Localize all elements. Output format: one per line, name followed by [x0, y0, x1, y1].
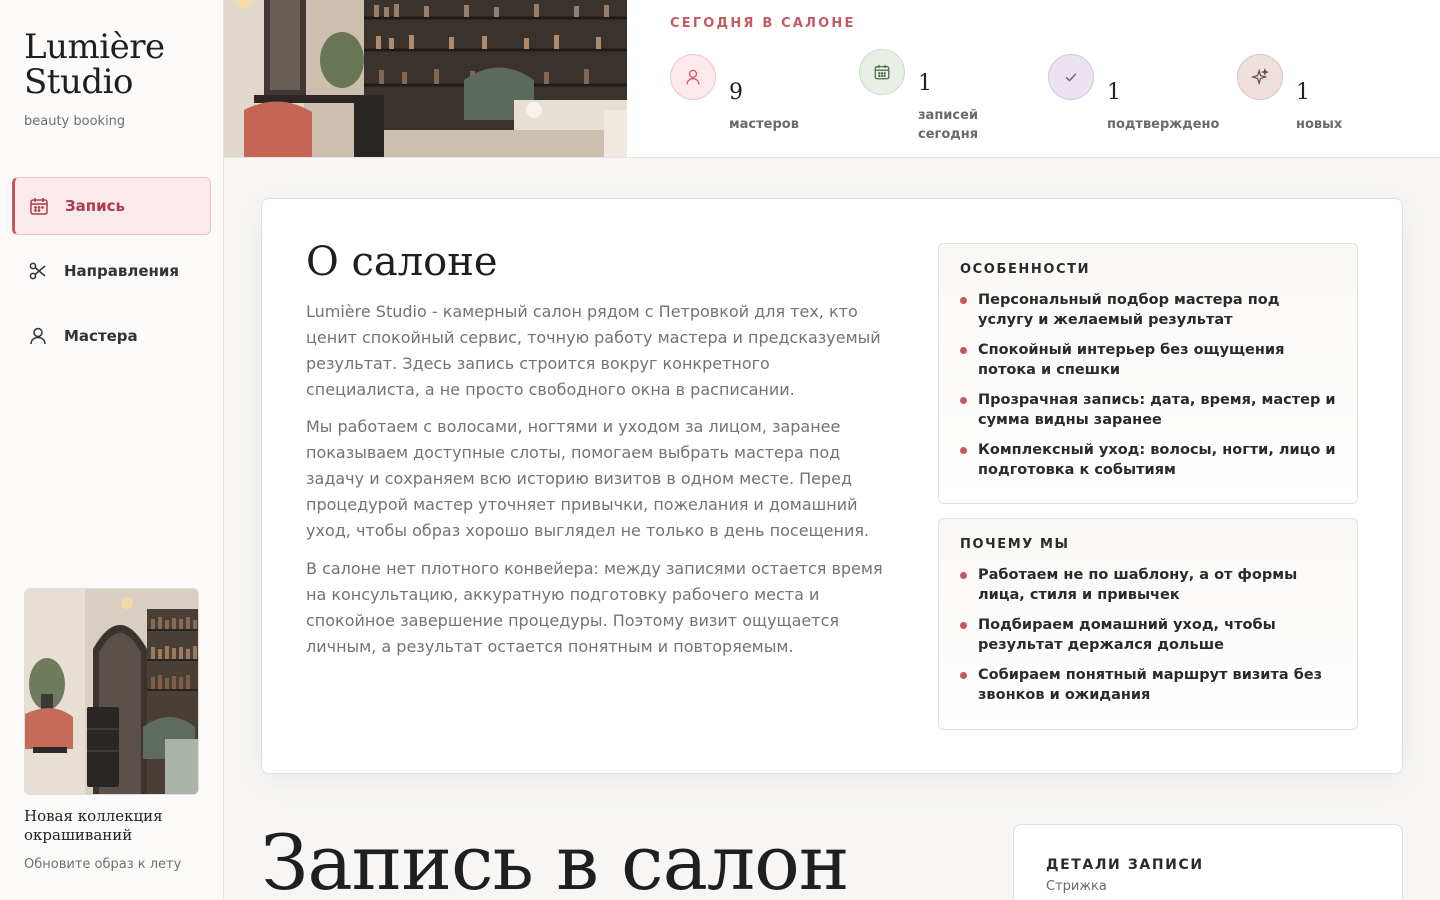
sidebar-item-label: Запись — [65, 197, 126, 215]
list-item: Собираем понятный маршрут визита без зво… — [960, 665, 1337, 705]
banner-image — [224, 0, 627, 157]
list-item: Подбираем домашний уход, чтобы результат… — [960, 615, 1337, 655]
booking-title: Запись в салон — [261, 818, 850, 900]
list-item: Персональный подбор мастера под услугу и… — [960, 290, 1337, 330]
list-item: Прозрачная запись: дата, время, мастер и… — [960, 390, 1337, 430]
sidebar-item-masters[interactable]: Мастера — [12, 307, 211, 365]
features-box: ОСОБЕННОСТИ Персональный подбор мастера … — [938, 243, 1358, 504]
brand-logo[interactable]: Lumière Studio — [24, 30, 165, 100]
salon-interior-image — [25, 589, 198, 794]
check-icon — [1048, 54, 1094, 100]
promo-image[interactable] — [24, 588, 199, 795]
salon-interior-image — [224, 0, 627, 157]
stat-value: 1 — [1107, 80, 1121, 105]
today-label: СЕГОДНЯ В САЛОНЕ — [670, 16, 856, 31]
user-icon — [27, 325, 49, 347]
brand-subtitle: beauty booking — [24, 114, 126, 129]
scissors-icon — [27, 260, 49, 282]
stat-caption: мастеров — [729, 117, 799, 132]
stat-caption: подтверждено — [1107, 117, 1220, 132]
brand-name-line1: Lumière — [24, 27, 165, 67]
stat-value: 1 — [1296, 80, 1310, 105]
booking-service-value: Стрижка — [1046, 879, 1107, 894]
stat-value: 1 — [918, 71, 932, 96]
sidebar: Lumière Studio beauty booking Запись Нап… — [0, 0, 224, 900]
brand-name-line2: Studio — [24, 62, 133, 102]
booking-details-card: ДЕТАЛИ ЗАПИСИ Стрижка — [1013, 824, 1403, 900]
sidebar-item-booking[interactable]: Запись — [12, 177, 211, 235]
promo-title: Новая коллекция окрашиваний — [24, 807, 163, 844]
stat-value: 9 — [729, 80, 743, 105]
features-list: Персональный подбор мастера под услугу и… — [960, 290, 1337, 480]
list-item: Работаем не по шаблону, а от формы лица,… — [960, 565, 1337, 605]
about-paragraph: Мы работаем с волосами, ногтями и уходом… — [306, 417, 870, 540]
why-us-title: ПОЧЕМУ МЫ — [960, 537, 1070, 552]
sparkle-icon — [1237, 54, 1283, 100]
today-banner: СЕГОДНЯ В САЛОНЕ 9 мастеров 1 записей се… — [224, 0, 1440, 158]
sidebar-item-label: Направления — [64, 262, 180, 280]
list-item: Спокойный интерьер без ощущения потока и… — [960, 340, 1337, 380]
features-title: ОСОБЕННОСТИ — [960, 262, 1091, 277]
why-us-list: Работаем не по шаблону, а от формы лица,… — [960, 565, 1337, 705]
booking-details-title: ДЕТАЛИ ЗАПИСИ — [1046, 857, 1204, 873]
stat-caption: новых — [1296, 117, 1343, 132]
sidebar-item-label: Мастера — [64, 327, 138, 345]
user-icon — [670, 54, 716, 100]
about-paragraph: В салоне нет плотного конвейера: между з… — [306, 559, 883, 656]
about-title: О салоне — [306, 239, 498, 285]
calendar-icon — [28, 195, 50, 217]
list-item: Комплексный уход: волосы, ногти, лицо и … — [960, 440, 1337, 480]
stat-caption: записей сегодня — [918, 108, 979, 142]
why-us-box: ПОЧЕМУ МЫ Работаем не по шаблону, а от ф… — [938, 518, 1358, 730]
sidebar-item-directions[interactable]: Направления — [12, 242, 211, 300]
promo-subtitle: Обновите образ к лету — [24, 857, 182, 872]
about-card: О салоне Lumière Studio - камерный салон… — [261, 198, 1403, 774]
about-paragraph: Lumière Studio - камерный салон рядом с … — [306, 302, 881, 399]
calendar-icon — [859, 49, 905, 95]
